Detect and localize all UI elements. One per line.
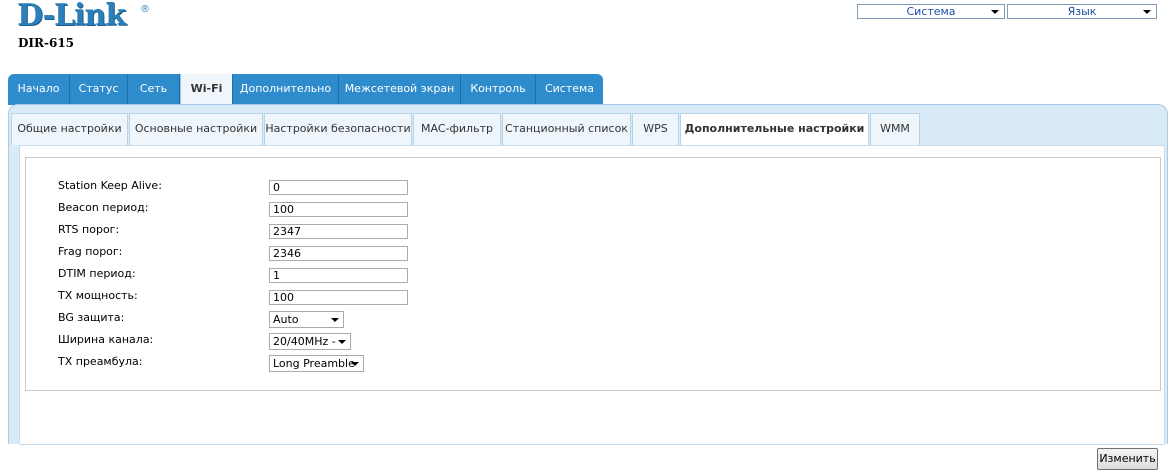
- tx-preamble-label: TX преамбула:: [58, 355, 143, 368]
- tx-preamble-value: Long Preamble: [273, 357, 355, 370]
- channel-width-value: 20/40MHz -: [273, 335, 336, 348]
- station-keep-alive-label: Station Keep Alive:: [58, 179, 162, 192]
- chevron-down-icon: [338, 340, 346, 344]
- system-menu-select[interactable]: Система: [857, 4, 1005, 19]
- device-model: DIR-615: [18, 36, 75, 50]
- subtab-general[interactable]: Общие настройки: [11, 113, 128, 145]
- apply-button[interactable]: Изменить: [1097, 448, 1158, 470]
- advanced-form: Station Keep Alive: 0 Beacon период: 100…: [25, 157, 1161, 391]
- tab-advanced[interactable]: Дополнительно: [233, 74, 339, 105]
- chevron-down-icon: [991, 10, 999, 14]
- subtab-advanced-settings[interactable]: Дополнительные настройки: [680, 113, 869, 147]
- dlink-logo: D-Link: [17, 0, 126, 33]
- tx-power-input[interactable]: 100: [269, 290, 408, 305]
- bg-protection-select[interactable]: Auto: [269, 311, 344, 328]
- chevron-down-icon: [351, 362, 359, 366]
- tab-control[interactable]: Контроль: [461, 74, 536, 105]
- rts-threshold-label: RTS порог:: [58, 223, 120, 236]
- chevron-down-icon: [1143, 10, 1151, 14]
- bg-protection-value: Auto: [273, 313, 299, 326]
- language-select[interactable]: Язык: [1007, 4, 1157, 19]
- dtim-period-label: DTIM период:: [58, 267, 136, 280]
- tab-firewall[interactable]: Межсетевой экран: [339, 74, 461, 105]
- subtab-mac-filter[interactable]: MAC-фильтр: [413, 113, 501, 145]
- bg-protection-label: BG защита:: [58, 311, 125, 324]
- tab-start[interactable]: Начало: [8, 74, 70, 105]
- tab-network[interactable]: Сеть: [128, 74, 180, 105]
- channel-width-select[interactable]: 20/40MHz -: [269, 333, 351, 350]
- tx-preamble-select[interactable]: Long Preamble: [269, 355, 364, 372]
- frag-threshold-label: Frag порог:: [58, 245, 123, 258]
- channel-width-label: Ширина канала:: [58, 333, 154, 346]
- settings-panel: Общие настройки Основные настройки Настр…: [8, 104, 1168, 470]
- content-area: Station Keep Alive: 0 Beacon период: 100…: [19, 145, 1165, 470]
- language-label: Язык: [1067, 5, 1097, 18]
- tab-status[interactable]: Статус: [70, 74, 128, 105]
- system-menu-label: Система: [906, 5, 956, 18]
- tab-wifi[interactable]: Wi-Fi: [180, 74, 233, 105]
- station-keep-alive-input[interactable]: 0: [269, 180, 408, 195]
- chevron-down-icon: [331, 318, 339, 322]
- registered-mark: ®: [140, 4, 150, 15]
- dtim-period-input[interactable]: 1: [269, 268, 408, 283]
- main-navigation: Начало Статус Сеть Wi-Fi Дополнительно М…: [8, 74, 603, 105]
- subtab-wps[interactable]: WPS: [632, 113, 679, 145]
- subtab-security[interactable]: Настройки безопасности: [264, 113, 412, 145]
- tab-system[interactable]: Система: [536, 74, 603, 105]
- frag-threshold-input[interactable]: 2346: [269, 246, 408, 261]
- subtab-station-list[interactable]: Станционный список: [502, 113, 631, 145]
- tx-power-label: TX мощность:: [58, 289, 138, 302]
- subtab-basic[interactable]: Основные настройки: [129, 113, 263, 145]
- rts-threshold-input[interactable]: 2347: [269, 224, 408, 239]
- beacon-period-input[interactable]: 100: [269, 202, 408, 217]
- subtab-wmm[interactable]: WMM: [870, 113, 920, 145]
- beacon-period-label: Beacon период:: [58, 201, 149, 214]
